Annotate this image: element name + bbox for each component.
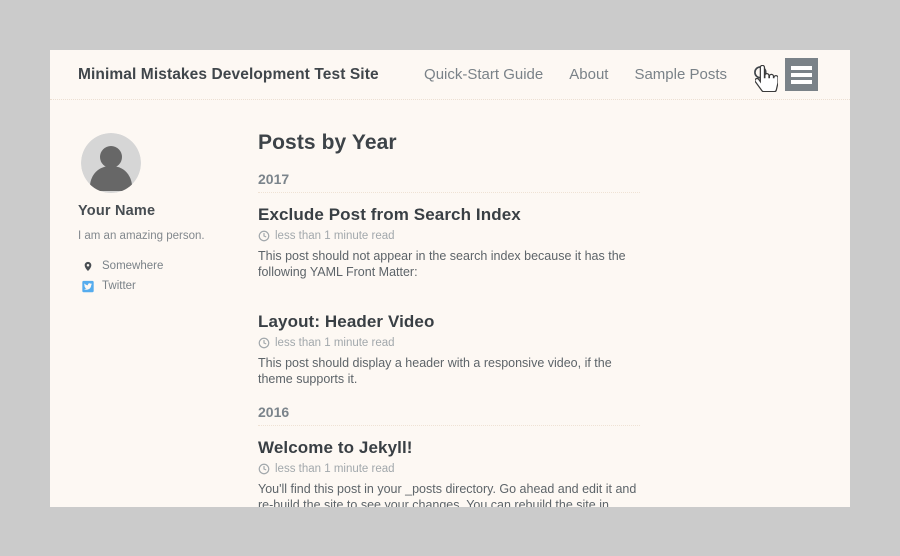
- read-time: less than 1 minute read: [275, 463, 395, 475]
- author-twitter-label: Twitter: [102, 280, 136, 292]
- hamburger-bar: [791, 80, 812, 84]
- twitter-icon: [82, 280, 94, 293]
- page-title: Posts by Year: [258, 131, 640, 154]
- read-time: less than 1 minute read: [275, 337, 395, 349]
- nav-link-quick-start-guide[interactable]: Quick-Start Guide: [424, 66, 543, 83]
- post-excerpt: This post should display a header with a…: [258, 356, 640, 387]
- post-excerpt: This post should not appear in the searc…: [258, 249, 640, 280]
- nav-link-about[interactable]: About: [569, 66, 608, 83]
- page-content: Your Name I am an amazing person. Somewh…: [50, 100, 850, 507]
- post-item: Welcome to Jekyll! less than 1 minute re…: [258, 438, 640, 507]
- year-heading: 2016: [258, 404, 640, 426]
- hamburger-bar: [791, 66, 812, 70]
- post-meta: less than 1 minute read: [258, 230, 640, 242]
- post-item: Layout: Header Video less than 1 minute …: [258, 312, 640, 387]
- year-section-2017: 2017 Exclude Post from Search Index less…: [258, 171, 640, 387]
- hamburger-menu-button[interactable]: [785, 58, 818, 91]
- post-item: Exclude Post from Search Index less than…: [258, 205, 640, 280]
- site-card: Minimal Mistakes Development Test Site Q…: [50, 50, 850, 507]
- site-title-link[interactable]: Minimal Mistakes Development Test Site: [78, 66, 379, 84]
- nav-link-sample-posts[interactable]: Sample Posts: [634, 66, 727, 83]
- clock-icon: [258, 337, 270, 349]
- author-location: Somewhere: [82, 256, 258, 276]
- location-pin-icon: [82, 260, 94, 273]
- clock-icon: [258, 230, 270, 242]
- post-title-link[interactable]: Welcome to Jekyll!: [258, 438, 640, 458]
- author-twitter-link[interactable]: Twitter: [82, 276, 258, 296]
- search-button[interactable]: [752, 64, 772, 86]
- search-icon: [752, 64, 772, 84]
- post-title-link[interactable]: Layout: Header Video: [258, 312, 640, 332]
- masthead: Minimal Mistakes Development Test Site Q…: [50, 50, 850, 100]
- author-bio: I am an amazing person.: [78, 230, 258, 242]
- post-meta: less than 1 minute read: [258, 463, 640, 475]
- post-meta: less than 1 minute read: [258, 337, 640, 349]
- clock-icon: [258, 463, 270, 475]
- person-silhouette-icon: [81, 133, 141, 193]
- post-excerpt: You'll find this post in your _posts dir…: [258, 482, 640, 507]
- read-time: less than 1 minute read: [275, 230, 395, 242]
- hamburger-bar: [791, 73, 812, 77]
- author-links: Somewhere Twitter: [78, 256, 258, 296]
- author-avatar: [81, 133, 141, 193]
- year-section-2016: 2016 Welcome to Jekyll! less than 1 minu…: [258, 404, 640, 507]
- author-name: Your Name: [78, 203, 258, 219]
- post-title-link[interactable]: Exclude Post from Search Index: [258, 205, 640, 225]
- author-sidebar: Your Name I am an amazing person. Somewh…: [78, 100, 258, 507]
- year-heading: 2017: [258, 171, 640, 193]
- archive-main: Posts by Year 2017 Exclude Post from Sea…: [258, 100, 640, 507]
- author-location-label: Somewhere: [102, 260, 163, 272]
- masthead-nav: Quick-Start Guide About Sample Posts: [398, 58, 818, 91]
